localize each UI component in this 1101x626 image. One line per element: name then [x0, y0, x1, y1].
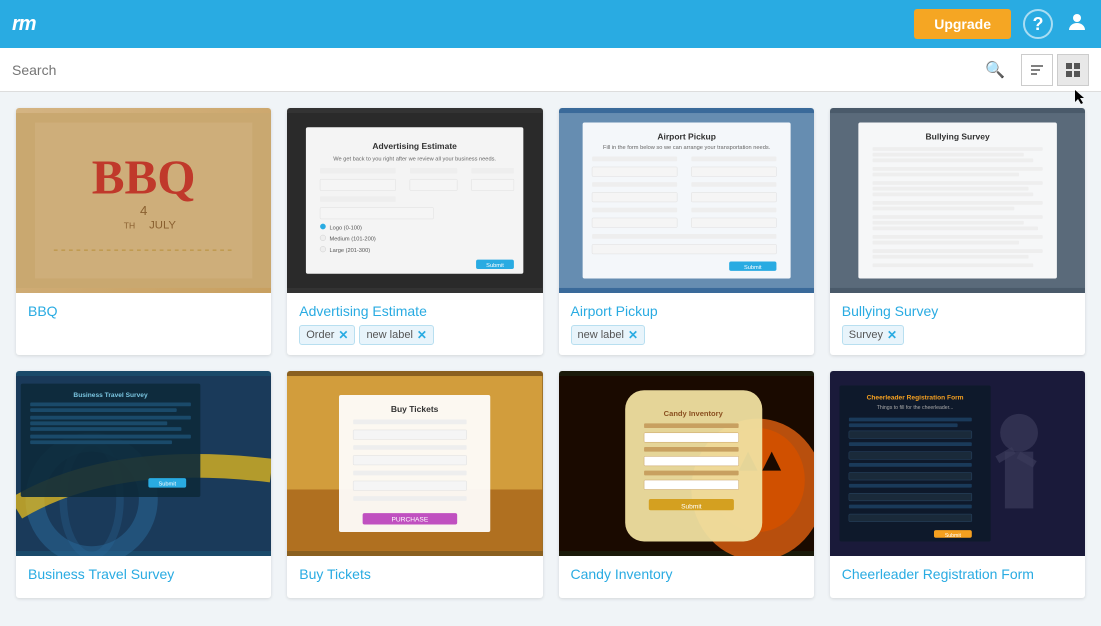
card-title-advertising: Advertising Estimate [299, 303, 530, 319]
card-advertising-estimate[interactable]: Advertising Estimate We get back to you … [287, 108, 542, 355]
card-body-business: Business Travel Survey [16, 556, 271, 598]
tag-new-label-airport: new label ✕ [571, 325, 646, 345]
card-tags-advertising: Order ✕ new label ✕ [299, 325, 530, 345]
card-title-cheerleader: Cheerleader Registration Form [842, 566, 1073, 582]
search-input[interactable] [12, 62, 977, 78]
svg-text:BBQ: BBQ [92, 149, 196, 204]
tag-remove-order[interactable]: ✕ [338, 328, 348, 342]
svg-text:Candy Inventory: Candy Inventory [663, 409, 723, 418]
svg-text:Airport Pickup: Airport Pickup [657, 132, 716, 142]
card-candy-inventory[interactable]: Candy Inventory Submit Candy Inventory [559, 371, 814, 598]
card-thumbnail-advertising: Advertising Estimate We get back to you … [287, 108, 542, 293]
svg-text:Logo (0-100): Logo (0-100) [330, 225, 363, 231]
card-body-bbq: BBQ [16, 293, 271, 335]
card-title-candy: Candy Inventory [571, 566, 802, 582]
card-bbq[interactable]: BBQ 4 TH JULY BBQ [16, 108, 271, 355]
card-tags-bullying: Survey ✕ [842, 325, 1073, 345]
tag-remove-new-label-adv[interactable]: ✕ [417, 328, 427, 342]
card-business-travel[interactable]: Business Travel Survey Submit Business T… [16, 371, 271, 598]
svg-text:Submit: Submit [743, 265, 761, 271]
svg-text:4: 4 [140, 203, 147, 218]
svg-text:Fill in the form below so we c: Fill in the form below so we can arrange… [602, 145, 770, 151]
card-title-bbq: BBQ [28, 303, 259, 319]
svg-text:Submit: Submit [945, 533, 962, 539]
card-thumbnail-bullying: Bullying Survey [830, 108, 1085, 293]
card-thumbnail-airport: Airport Pickup Fill in the form below so… [559, 108, 814, 293]
app-header: rm Upgrade ? [0, 0, 1101, 48]
search-icon: 🔍 [985, 60, 1005, 80]
card-buy-tickets[interactable]: Buy Tickets PURCHASE Buy Tickets [287, 371, 542, 598]
cards-grid: BBQ 4 TH JULY BBQ Advertising Estimate W… [0, 92, 1101, 598]
svg-text:TH: TH [124, 220, 135, 230]
svg-text:Medium (101-200): Medium (101-200) [330, 237, 376, 243]
card-body-cheerleader: Cheerleader Registration Form [830, 556, 1085, 598]
card-thumbnail-buy-tickets: Buy Tickets PURCHASE [287, 371, 542, 556]
card-thumbnail-bbq: BBQ 4 TH JULY [16, 108, 271, 293]
card-body-airport: Airport Pickup new label ✕ [559, 293, 814, 355]
card-body-bullying: Bullying Survey Survey ✕ [830, 293, 1085, 355]
svg-text:Submit: Submit [158, 482, 176, 488]
grid-button[interactable] [1057, 54, 1089, 86]
tag-new-label-adv: new label ✕ [359, 325, 434, 345]
card-airport-pickup[interactable]: Airport Pickup Fill in the form below so… [559, 108, 814, 355]
tag-order: Order ✕ [299, 325, 355, 345]
svg-text:We get back to you right after: We get back to you right after we review… [333, 156, 496, 162]
svg-text:Large (201-300): Large (201-300) [330, 248, 371, 254]
svg-text:Submit: Submit [681, 503, 702, 510]
svg-text:JULY: JULY [149, 219, 176, 231]
svg-text:Cheerleader Registration Form: Cheerleader Registration Form [866, 395, 963, 402]
help-icon[interactable]: ? [1023, 9, 1053, 39]
tag-remove-survey[interactable]: ✕ [887, 328, 897, 342]
card-bullying-survey[interactable]: Bullying Survey [830, 108, 1085, 355]
card-title-airport: Airport Pickup [571, 303, 802, 319]
svg-text:Business Travel Survey: Business Travel Survey [73, 392, 148, 399]
user-icon[interactable] [1065, 10, 1089, 39]
card-thumbnail-candy: Candy Inventory Submit [559, 371, 814, 556]
svg-text:Things to fill for the cheerle: Things to fill for the cheerleader... [876, 405, 953, 411]
svg-text:Submit: Submit [486, 263, 504, 269]
card-body-candy: Candy Inventory [559, 556, 814, 598]
upgrade-button[interactable]: Upgrade [914, 9, 1011, 39]
card-thumbnail-business: Business Travel Survey Submit [16, 371, 271, 556]
card-body-advertising: Advertising Estimate Order ✕ new label ✕ [287, 293, 542, 355]
app-logo: rm [12, 13, 36, 36]
search-bar: 🔍 [0, 48, 1101, 92]
tag-survey: Survey ✕ [842, 325, 904, 345]
sort-button[interactable] [1021, 54, 1053, 86]
svg-text:Bullying Survey: Bullying Survey [925, 132, 990, 142]
tag-remove-new-label-airport[interactable]: ✕ [628, 328, 638, 342]
card-title-bullying: Bullying Survey [842, 303, 1073, 319]
svg-text:Advertising Estimate: Advertising Estimate [373, 141, 458, 151]
card-tags-airport: new label ✕ [571, 325, 802, 345]
card-title-business: Business Travel Survey [28, 566, 259, 582]
card-cheerleader[interactable]: Cheerleader Registration Form Things to … [830, 371, 1085, 598]
view-controls [1021, 54, 1089, 86]
svg-text:PURCHASE: PURCHASE [392, 517, 429, 524]
card-body-buy-tickets: Buy Tickets [287, 556, 542, 598]
card-title-buy-tickets: Buy Tickets [299, 566, 530, 582]
card-thumbnail-cheerleader: Cheerleader Registration Form Things to … [830, 371, 1085, 556]
svg-text:Buy Tickets: Buy Tickets [391, 404, 439, 414]
